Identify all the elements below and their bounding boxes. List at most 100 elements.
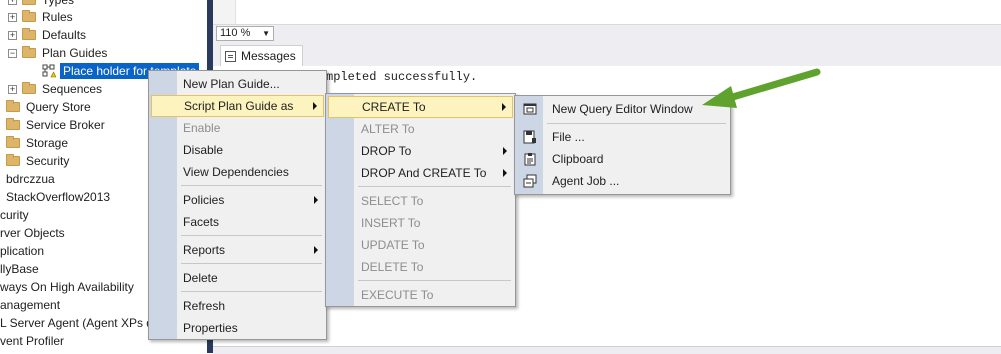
menu-item-label: Agent Job ... (552, 174, 620, 188)
menu-item-label: UPDATE To (361, 238, 425, 252)
tab-label: Messages (241, 49, 296, 63)
menu-item-disable[interactable]: Disable (151, 139, 324, 161)
tree-node-rules[interactable]: + Rules (8, 8, 73, 26)
menu-item-policies[interactable]: Policies (151, 189, 324, 211)
save-file-icon (523, 130, 536, 144)
tree-node-replication[interactable]: plication (0, 242, 44, 260)
folder-icon (6, 154, 20, 166)
menu-item-label: New Plan Guide... (183, 77, 280, 91)
tree-node-xevent-profiler[interactable]: vent Profiler (0, 332, 64, 350)
tree-node-security-root[interactable]: curity (0, 206, 29, 224)
tree-node-plan-guides[interactable]: − Plan Guides (8, 44, 107, 62)
menu-item-label: Enable (183, 121, 221, 135)
tree-node-polybase[interactable]: llyBase (0, 260, 39, 278)
collapse-icon[interactable]: − (8, 48, 17, 58)
clipboard-icon (524, 153, 536, 166)
tree-node-label: llyBase (0, 262, 39, 276)
tree-node-server-objects[interactable]: rver Objects (0, 224, 65, 242)
tree-node-defaults[interactable]: + Defaults (8, 26, 86, 44)
folder-icon (22, 82, 36, 94)
tree-node-storage[interactable]: Storage (6, 134, 68, 152)
menu-item-label: EXECUTE To (361, 288, 434, 302)
menu-item-alter-to[interactable]: ALTER To (328, 118, 513, 140)
menu-item-script-plan-guide-as[interactable]: Script Plan Guide as (151, 95, 324, 117)
tab-messages[interactable]: Messages (220, 45, 303, 66)
expand-icon[interactable]: + (8, 84, 17, 94)
tree-node-always-on[interactable]: ways On High Availability (0, 278, 134, 296)
menu-item-new-plan-guide[interactable]: New Plan Guide... (151, 73, 324, 95)
folder-icon (6, 118, 20, 130)
menu-item-label: Properties (183, 321, 238, 335)
menu-item-new-query-editor-window[interactable]: New Query Editor Window (517, 98, 728, 120)
expand-icon[interactable]: + (8, 12, 17, 22)
menu-item-clipboard[interactable]: Clipboard (517, 148, 728, 170)
menu-item-label: CREATE To (362, 100, 426, 114)
menu-item-delete-to[interactable]: DELETE To (328, 256, 513, 278)
expand-icon[interactable]: + (8, 30, 17, 40)
tree-node-database[interactable]: bdrczzua (6, 170, 55, 188)
menu-item-label: View Dependencies (183, 165, 289, 179)
menu-separator (181, 235, 322, 236)
menu-separator (358, 186, 511, 187)
tree-node-query-store[interactable]: Query Store (6, 98, 91, 116)
menu-item-facets[interactable]: Facets (151, 211, 324, 233)
menu-item-refresh[interactable]: Refresh (151, 295, 324, 317)
menu-item-enable[interactable]: Enable (151, 117, 324, 139)
submenu-arrow-icon (503, 147, 507, 155)
menu-item-label: SELECT To (361, 194, 424, 208)
folder-icon (22, 0, 36, 5)
folder-icon (6, 136, 20, 148)
query-editor[interactable] (213, 0, 1001, 24)
tree-node-label: StackOverflow2013 (6, 190, 111, 204)
menu-item-label: Policies (183, 193, 225, 207)
menu-item-view-dependencies[interactable]: View Dependencies (151, 161, 324, 183)
submenu-arrow-icon (502, 103, 506, 111)
tree-node-security[interactable]: Security (6, 152, 69, 170)
menu-item-create-to[interactable]: CREATE To (328, 96, 513, 118)
expand-icon[interactable]: + (8, 0, 17, 5)
menu-item-label: Disable (183, 143, 224, 157)
folder-icon (22, 46, 36, 58)
menu-item-label: New Query Editor Window (552, 102, 693, 116)
tree-node-label: Sequences (42, 82, 103, 96)
submenu-arrow-icon (314, 246, 318, 254)
menu-item-select-to[interactable]: SELECT To (328, 190, 513, 212)
menu-item-drop-to[interactable]: DROP To (328, 140, 513, 162)
results-tab-strip: Messages (213, 42, 1001, 67)
tree-node-label: Plan Guides (42, 46, 108, 60)
folder-icon (22, 28, 36, 40)
create-to-submenu: New Query Editor Window File ... Clipboa… (514, 95, 731, 195)
tree-node-label: Security (26, 154, 70, 168)
folder-icon (22, 10, 36, 22)
tree-node-sql-agent[interactable]: L Server Agent (Agent XPs d (0, 314, 153, 332)
menu-item-properties[interactable]: Properties (151, 317, 324, 339)
zoom-dropdown[interactable]: 110 % ▼ (216, 26, 274, 41)
tree-node-label: L Server Agent (Agent XPs d (0, 316, 153, 330)
tree-node-label: rver Objects (0, 226, 65, 240)
script-as-submenu: CREATE To ALTER To DROP To DROP And CREA… (325, 93, 516, 307)
submenu-arrow-icon (314, 196, 318, 204)
tree-node-database[interactable]: StackOverflow2013 (6, 188, 110, 206)
menu-item-file[interactable]: File ... (517, 126, 728, 148)
menu-item-update-to[interactable]: UPDATE To (328, 234, 513, 256)
menu-item-drop-and-create-to[interactable]: DROP And CREATE To (328, 162, 513, 184)
menu-item-label: DELETE To (361, 260, 424, 274)
callout-arrow-icon (702, 68, 821, 108)
menu-item-execute-to[interactable]: EXECUTE To (328, 284, 513, 306)
tree-node-label: plication (0, 244, 45, 258)
menu-item-label: Clipboard (552, 152, 604, 166)
menu-item-label: DROP To (361, 144, 412, 158)
menu-item-insert-to[interactable]: INSERT To (328, 212, 513, 234)
menu-item-reports[interactable]: Reports (151, 239, 324, 261)
folder-icon (6, 100, 20, 112)
menu-item-delete[interactable]: Delete (151, 267, 324, 289)
menu-item-label: Refresh (183, 299, 226, 313)
menu-separator (358, 280, 511, 281)
menu-item-label: INSERT To (361, 216, 421, 230)
tree-node-management[interactable]: anagement (0, 296, 60, 314)
menu-item-agent-job[interactable]: Agent Job ... (517, 170, 728, 192)
tree-node-service-broker[interactable]: Service Broker (6, 116, 105, 134)
context-menu: New Plan Guide... Script Plan Guide as E… (148, 70, 327, 340)
tree-node-sequences[interactable]: + Sequences (8, 80, 102, 98)
zoom-value: 110 % (220, 27, 251, 39)
